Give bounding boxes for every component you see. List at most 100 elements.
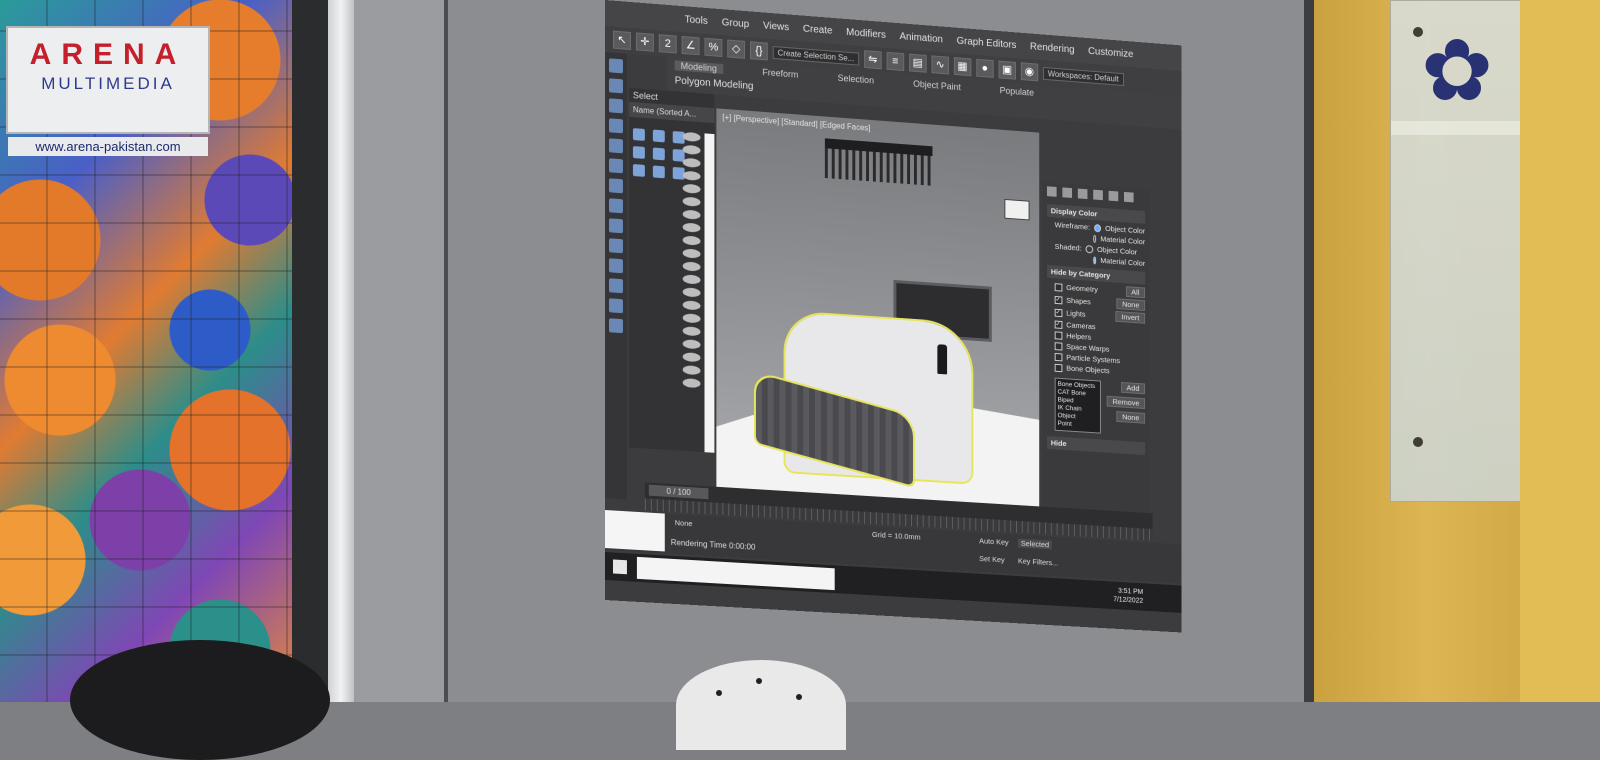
wireframe-object-color-radio[interactable] xyxy=(1093,223,1102,232)
schematic-icon[interactable]: ▦ xyxy=(953,57,972,77)
none-button[interactable]: None xyxy=(1116,298,1146,312)
render-icon[interactable]: ◉ xyxy=(1020,62,1039,82)
material-editor-icon[interactable]: ● xyxy=(976,58,994,78)
viewcube-icon[interactable] xyxy=(1004,198,1030,221)
eye-icon[interactable] xyxy=(682,287,701,298)
teapot-icon[interactable] xyxy=(608,238,623,254)
eye-icon[interactable] xyxy=(682,222,701,233)
key-filters-button[interactable]: Key Filters... xyxy=(1018,556,1058,567)
menu-modifiers[interactable]: Modifiers xyxy=(846,26,886,40)
list-item[interactable]: Point xyxy=(1058,420,1099,430)
light-icon[interactable] xyxy=(608,118,623,134)
utilities-tab-icon[interactable] xyxy=(1123,191,1134,203)
shapes-checkbox[interactable]: ✓ xyxy=(1054,295,1063,304)
grid-icon[interactable] xyxy=(608,318,623,334)
eye-icon[interactable] xyxy=(682,352,701,363)
cameras-checkbox[interactable]: ✓ xyxy=(1054,320,1063,329)
invert-button[interactable]: Invert xyxy=(1115,310,1146,324)
pin-icon[interactable] xyxy=(608,258,623,274)
eye-icon[interactable] xyxy=(682,274,701,285)
mirror-icon[interactable]: ⇋ xyxy=(863,50,882,70)
layer-icon[interactable]: ▤ xyxy=(908,53,927,73)
eye-icon[interactable] xyxy=(682,365,701,376)
selected-dropdown[interactable]: Selected xyxy=(1017,538,1052,550)
angle-snap-icon[interactable]: ∠ xyxy=(681,35,700,56)
spinner-snap-icon[interactable]: ◇ xyxy=(727,39,746,59)
eye-icon[interactable] xyxy=(682,144,701,155)
eye-icon[interactable] xyxy=(682,235,701,246)
menu-rendering[interactable]: Rendering xyxy=(1030,41,1075,55)
filter-icon[interactable] xyxy=(652,129,665,143)
filter-icon[interactable] xyxy=(632,128,645,141)
list-none-button[interactable]: None xyxy=(1116,411,1146,424)
menu-tools[interactable]: Tools xyxy=(685,14,708,27)
menu-customize[interactable]: Customize xyxy=(1088,45,1133,59)
set-key-button[interactable]: Set Key xyxy=(979,554,1004,564)
windows-start-icon[interactable] xyxy=(612,559,627,575)
viewport-label[interactable]: [+] [Perspective] [Standard] [Edged Face… xyxy=(722,113,870,133)
eye-icon[interactable] xyxy=(682,313,701,324)
filter-icon[interactable] xyxy=(632,146,645,159)
motion-tab-icon[interactable] xyxy=(1093,189,1103,201)
curve-editor-icon[interactable]: ∿ xyxy=(931,55,949,75)
create-icon[interactable] xyxy=(608,58,623,74)
auto-key-button[interactable]: Auto Key xyxy=(979,536,1009,547)
sphere-icon[interactable] xyxy=(608,218,623,234)
menu-graph-editors[interactable]: Graph Editors xyxy=(957,35,1017,51)
snap-2d-icon[interactable]: 2 xyxy=(658,34,677,54)
eye-icon[interactable] xyxy=(682,248,701,259)
particle-systems-checkbox[interactable] xyxy=(1054,352,1063,361)
eye-icon[interactable] xyxy=(682,261,701,272)
eye-icon[interactable] xyxy=(682,300,701,311)
eye-icon[interactable] xyxy=(682,157,701,168)
wireframe-material-color-radio[interactable] xyxy=(1093,234,1097,243)
system-icon[interactable] xyxy=(608,198,623,214)
ribbon-tab-selection[interactable]: Selection xyxy=(838,73,874,86)
eye-icon[interactable] xyxy=(682,339,701,350)
menu-create[interactable]: Create xyxy=(803,23,832,36)
eye-icon[interactable] xyxy=(682,131,701,143)
all-button[interactable]: All xyxy=(1125,286,1146,299)
taskbar-search[interactable] xyxy=(636,556,835,591)
ribbon-tab-freeform[interactable]: Freeform xyxy=(762,67,798,80)
sun-icon[interactable] xyxy=(608,298,623,314)
add-button[interactable]: Add xyxy=(1120,381,1146,395)
time-slider[interactable]: 0 / 100 xyxy=(648,484,709,500)
taskbar-clock[interactable]: 3:51 PM 7/12/2022 xyxy=(1113,586,1143,605)
lights-checkbox[interactable]: ✓ xyxy=(1054,308,1063,317)
filter-icon[interactable] xyxy=(632,164,645,177)
perspective-viewport[interactable]: [+] [Perspective] [Standard] [Edged Face… xyxy=(716,108,1040,507)
ribbon-tab-populate[interactable]: Populate xyxy=(1000,85,1034,97)
align-icon[interactable]: ≡ xyxy=(886,51,905,72)
space-warps-checkbox[interactable] xyxy=(1054,341,1063,351)
menu-group[interactable]: Group xyxy=(722,17,749,30)
render-setup-icon[interactable]: ▣ xyxy=(998,60,1016,80)
shape-icon[interactable] xyxy=(608,138,623,154)
workspace-dropdown[interactable]: Workspaces: Default xyxy=(1042,66,1124,86)
select-icon[interactable]: ↖ xyxy=(612,30,631,50)
shaded-object-color-radio[interactable] xyxy=(1085,244,1094,253)
shaded-material-color-radio[interactable] xyxy=(1093,255,1097,265)
display-tab-icon[interactable] xyxy=(1108,190,1119,202)
ribbon-tab-object-paint[interactable]: Object Paint xyxy=(913,79,961,93)
filter-icon[interactable] xyxy=(652,147,665,161)
eye-icon[interactable] xyxy=(682,209,701,220)
modify-tab-icon[interactable] xyxy=(1062,187,1073,198)
geometry-checkbox[interactable] xyxy=(1054,282,1063,292)
eye-icon[interactable] xyxy=(682,326,701,337)
move-icon[interactable]: ✛ xyxy=(635,32,654,52)
filter-icon[interactable] xyxy=(652,165,665,179)
hide-title[interactable]: Hide xyxy=(1046,436,1146,456)
box-icon[interactable] xyxy=(608,278,623,294)
eye-icon[interactable] xyxy=(682,183,701,194)
camera-icon[interactable] xyxy=(608,98,623,114)
selection-set-dropdown[interactable]: Create Selection Se... xyxy=(772,45,860,66)
category-list[interactable]: Bone Objects CAT Bone Biped IK Chain Obj… xyxy=(1054,377,1101,434)
helpers-checkbox[interactable] xyxy=(1054,330,1063,340)
edit-named-selection-icon[interactable]: {} xyxy=(750,41,768,61)
create-tab-icon[interactable] xyxy=(1046,186,1057,197)
menu-animation[interactable]: Animation xyxy=(900,31,943,45)
maxscript-listener[interactable] xyxy=(605,510,665,552)
ribbon-tab-modeling[interactable]: Modeling xyxy=(674,60,723,75)
eye-icon[interactable] xyxy=(682,378,701,389)
